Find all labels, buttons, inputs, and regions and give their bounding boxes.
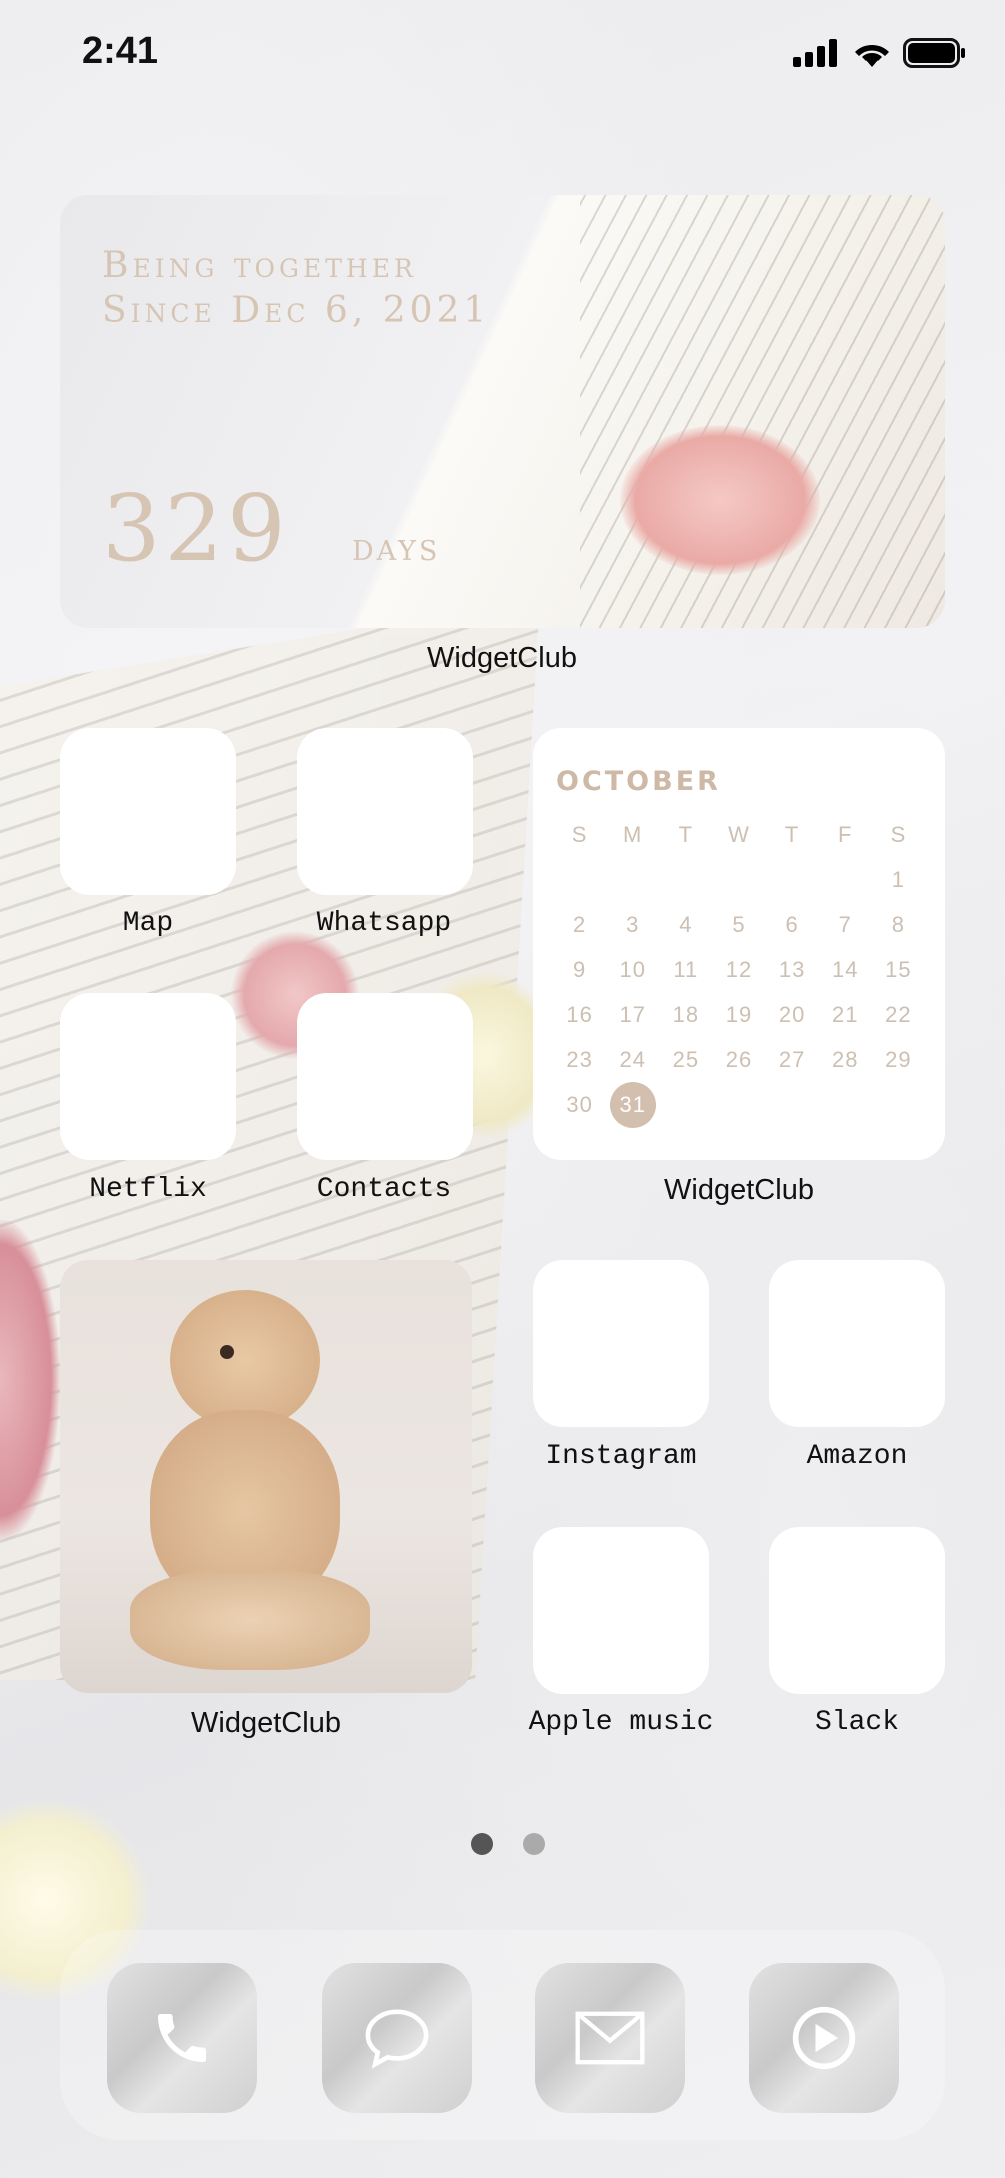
calendar-day bbox=[659, 864, 712, 895]
calendar-day: 11 bbox=[673, 957, 699, 982]
clock: 2:41 bbox=[82, 30, 159, 72]
calendar-day: 8 bbox=[891, 912, 906, 937]
calendar-day: 6 bbox=[785, 912, 799, 937]
dock-messages[interactable] bbox=[322, 1963, 472, 2113]
dock-safari[interactable] bbox=[749, 1963, 899, 2113]
page-dot[interactable] bbox=[523, 1833, 545, 1855]
app-apple-music[interactable] bbox=[533, 1527, 709, 1694]
app-label: Map bbox=[122, 908, 174, 939]
app-label: Whatsapp bbox=[316, 908, 452, 939]
weekday-label: T bbox=[784, 822, 800, 847]
calendar-day: 20 bbox=[778, 1002, 806, 1027]
calendar-day: 7 bbox=[838, 912, 852, 937]
calendar-widget[interactable]: OCTOBER S M T W T F S 1 2 3 4 5 6 7 8 9 10 11 12 13 14 15 16 17… bbox=[533, 728, 945, 1160]
calendar-day bbox=[553, 864, 606, 895]
app-instagram[interactable] bbox=[533, 1260, 709, 1427]
anniversary-line1: Being together bbox=[102, 245, 417, 286]
calendar-day: 14 bbox=[832, 957, 859, 982]
calendar-day: 9 bbox=[572, 957, 587, 982]
calendar-day: 13 bbox=[778, 957, 806, 982]
calendar-day: 10 bbox=[619, 957, 646, 982]
app-amazon[interactable] bbox=[769, 1260, 945, 1427]
calendar-day: 29 bbox=[885, 1047, 912, 1072]
widget-label: WidgetClub bbox=[191, 1707, 341, 1739]
app-label: Apple music bbox=[528, 1707, 714, 1738]
calendar-day: 22 bbox=[885, 1002, 912, 1027]
dock bbox=[60, 1930, 945, 2140]
calendar-day: 15 bbox=[885, 957, 912, 982]
wifi-icon bbox=[855, 44, 889, 67]
app-slack[interactable] bbox=[769, 1527, 945, 1694]
calendar-day: 21 bbox=[832, 1002, 859, 1027]
calendar-today: 31 bbox=[609, 1082, 656, 1128]
calendar-day bbox=[712, 864, 765, 895]
teddy-bear-photo bbox=[130, 1290, 370, 1680]
calendar-day: 5 bbox=[732, 912, 746, 937]
calendar-day bbox=[819, 864, 872, 895]
flower-photo bbox=[620, 425, 820, 575]
calendar-day: 16 bbox=[566, 1002, 593, 1027]
weekday-label: S bbox=[571, 822, 588, 847]
signal-icon bbox=[793, 39, 837, 67]
app-contacts[interactable] bbox=[297, 993, 473, 1160]
calendar-day: 23 bbox=[566, 1047, 593, 1072]
weekday-label: F bbox=[838, 822, 853, 847]
calendar-day: 25 bbox=[672, 1047, 700, 1072]
calendar-grid: S M T W T F S 1 2 3 4 5 6 7 8 9 10 11 12 13 14 15 16 17 18 19 20 21… bbox=[553, 819, 925, 1128]
status-bar: 2:41 bbox=[0, 0, 1005, 100]
calendar-day: 27 bbox=[778, 1047, 806, 1072]
weekday-label: W bbox=[728, 822, 750, 847]
calendar-day: 28 bbox=[832, 1047, 859, 1072]
calendar-day bbox=[606, 864, 659, 895]
page-dot-active[interactable] bbox=[471, 1833, 493, 1855]
wallpaper-flower bbox=[0, 1220, 60, 1540]
calendar-day: 1 bbox=[891, 867, 906, 892]
calendar-day: 4 bbox=[679, 912, 693, 937]
anniversary-unit: days bbox=[352, 525, 441, 569]
weekday-label: M bbox=[623, 822, 643, 847]
message-icon bbox=[365, 2009, 429, 2069]
app-netflix[interactable] bbox=[60, 993, 236, 1160]
app-label: Contacts bbox=[316, 1174, 452, 1205]
safari-icon bbox=[792, 2006, 856, 2070]
calendar-day bbox=[766, 864, 819, 895]
calendar-day: 19 bbox=[725, 1002, 753, 1027]
anniversary-count: 329 bbox=[102, 475, 290, 582]
calendar-day: 3 bbox=[626, 912, 640, 937]
widget-label: WidgetClub bbox=[664, 1174, 814, 1206]
weekday-label: S bbox=[890, 822, 907, 847]
mail-icon bbox=[575, 2011, 645, 2065]
anniversary-line2: Since Dec 6, 2021 bbox=[102, 290, 491, 331]
app-label: Slack bbox=[814, 1707, 899, 1738]
calendar-month: OCTOBER bbox=[556, 766, 721, 797]
widget-label: WidgetClub bbox=[427, 642, 577, 674]
app-label: Netflix bbox=[89, 1174, 207, 1205]
calendar-day: 24 bbox=[619, 1047, 646, 1072]
calendar-day: 2 bbox=[572, 912, 587, 937]
weekday-label: T bbox=[678, 822, 694, 847]
dock-phone[interactable] bbox=[107, 1963, 257, 2113]
calendar-day: 12 bbox=[725, 957, 753, 982]
calendar-day: 18 bbox=[672, 1002, 700, 1027]
phone-icon bbox=[158, 2014, 206, 2062]
calendar-day: 30 bbox=[566, 1092, 593, 1117]
anniversary-widget[interactable]: Being together Since Dec 6, 2021 329 day… bbox=[60, 195, 945, 628]
battery-icon bbox=[903, 38, 965, 68]
app-map[interactable] bbox=[60, 728, 236, 895]
dock-mail[interactable] bbox=[535, 1963, 685, 2113]
calendar-day: 17 bbox=[619, 1002, 646, 1027]
app-whatsapp[interactable] bbox=[297, 728, 473, 895]
app-label: Amazon bbox=[806, 1441, 908, 1472]
photo-widget[interactable] bbox=[60, 1260, 472, 1693]
calendar-day: 26 bbox=[725, 1047, 753, 1072]
app-label: Instagram bbox=[545, 1441, 697, 1472]
